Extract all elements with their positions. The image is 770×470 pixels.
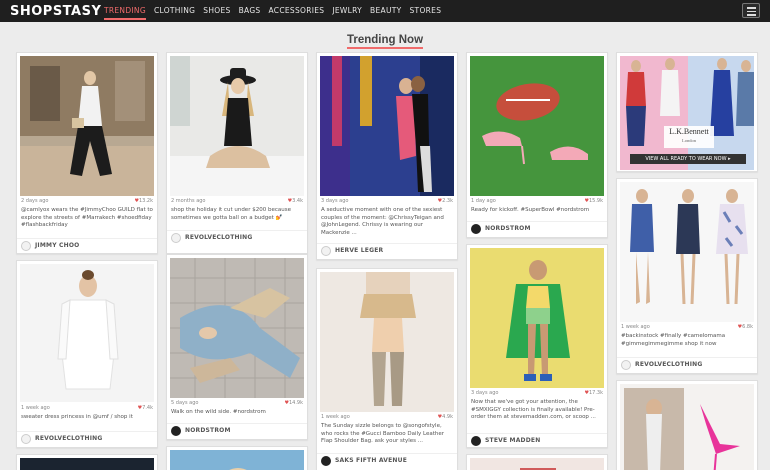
ad-card[interactable]: L.K.Bennett London VIEW ALL READY TO WEA…: [616, 52, 758, 172]
nav-item-beauty[interactable]: BEAUTY: [370, 0, 401, 22]
post-age: 1 week ago: [321, 414, 350, 420]
product-image[interactable]: [320, 56, 454, 196]
brand-name[interactable]: REVOLVECLOTHING: [35, 435, 103, 442]
brand-name[interactable]: HERVE LEGER: [335, 247, 383, 254]
brand-name[interactable]: SAKS FIFTH AVENUE: [335, 457, 407, 464]
brand-name[interactable]: JIMMY CHOO: [35, 242, 79, 249]
product-image[interactable]: [20, 56, 154, 196]
product-card[interactable]: [16, 454, 158, 470]
post-age: 3 days ago: [471, 390, 499, 396]
lk-bennett-ad-image[interactable]: L.K.Bennett London VIEW ALL READY TO WEA…: [620, 56, 754, 170]
brand-row[interactable]: HERVE LEGER: [317, 243, 457, 257]
nav-item-trending[interactable]: TRENDING: [104, 0, 146, 22]
post-caption: shop the holiday it cut under $200 becau…: [171, 207, 291, 221]
product-card[interactable]: [466, 454, 608, 470]
brand-logo-icon: [21, 434, 31, 444]
hamburger-menu-icon[interactable]: [742, 3, 760, 18]
page-heading: Trending Now: [0, 30, 770, 49]
post-age: 2 days ago: [21, 198, 49, 204]
product-card[interactable]: [166, 446, 308, 470]
brand-row[interactable]: SAKS FIFTH AVENUE: [317, 453, 457, 467]
brand-name[interactable]: REVOLVECLOTHING: [185, 234, 253, 241]
post-caption: A seductive moment with one of the sexie…: [321, 207, 444, 236]
brand-row[interactable]: REVOLVECLOTHING: [17, 431, 157, 445]
page-title: Trending Now: [346, 34, 424, 49]
brand-row[interactable]: REVOLVECLOTHING: [167, 230, 307, 244]
nav-item-bags[interactable]: BAGS: [239, 0, 261, 22]
brand-logo-icon: [471, 224, 481, 234]
product-image[interactable]: [620, 384, 754, 470]
product-card[interactable]: 1 week ago 4.9k The Sunday sizzle belongs…: [316, 268, 458, 470]
category-nav: TRENDING CLOTHING SHOES BAGS ACCESSORIES…: [104, 0, 441, 22]
brand-name[interactable]: STEVE MADDEN: [485, 437, 540, 444]
post-age: 2 months ago: [171, 198, 206, 204]
product-image[interactable]: [470, 56, 604, 196]
brand-name[interactable]: REVOLVECLOTHING: [635, 361, 703, 368]
brand-name[interactable]: NORDSTROM: [185, 427, 231, 434]
product-image[interactable]: [170, 258, 304, 398]
brand-logo-icon: [21, 241, 31, 251]
brand-logo-icon: [471, 436, 481, 446]
product-image[interactable]: [470, 458, 604, 470]
ad-cta-button[interactable]: VIEW ALL READY TO WEAR NOW ▸: [630, 155, 746, 163]
post-caption: sweater dress princess in @umf / shop it: [21, 414, 133, 420]
product-card[interactable]: 3 days ago 2.3k A seductive moment with o…: [316, 52, 458, 260]
product-image[interactable]: [170, 450, 304, 470]
like-count[interactable]: 13.2k: [134, 198, 153, 204]
nav-item-clothing[interactable]: CLOTHING: [154, 0, 195, 22]
nav-item-stores[interactable]: STORES: [410, 0, 442, 22]
product-card[interactable]: 3 days ago 17.3k Now that we've got your …: [466, 244, 608, 448]
post-age: 1 day ago: [471, 198, 496, 204]
top-nav-bar: SHOPSTASY TRENDING CLOTHING SHOES BAGS A…: [0, 0, 770, 22]
post-age: 5 days ago: [171, 400, 199, 406]
post-age: 1 week ago: [21, 405, 50, 411]
post-caption: Walk on the wild side. #nordstrom: [171, 409, 266, 415]
like-count[interactable]: 17.3k: [584, 390, 603, 396]
nav-item-shoes[interactable]: SHOES: [203, 0, 230, 22]
brand-row[interactable]: STEVE MADDEN: [467, 433, 607, 447]
brand-row[interactable]: NORDSTROM: [467, 221, 607, 235]
site-logo[interactable]: SHOPSTASY: [10, 4, 101, 19]
post-caption: @camlyox wears the #JimmyChoo GUILD flat…: [21, 207, 153, 228]
like-count[interactable]: 3.4k: [288, 198, 303, 204]
product-card[interactable]: 5 days ago 14.9k Walk on the wild side. #…: [166, 254, 308, 440]
like-count[interactable]: 4.9k: [438, 414, 453, 420]
product-card[interactable]: 2 days ago 13.2k @camlyox wears the #Jimm…: [16, 52, 158, 254]
nav-item-accessories[interactable]: ACCESSORIES: [269, 0, 325, 22]
brand-logo-icon: [321, 456, 331, 466]
brand-logo-icon: [321, 246, 331, 256]
product-image[interactable]: [320, 272, 454, 412]
brand-logo-icon: [621, 360, 631, 370]
product-image[interactable]: [170, 56, 304, 196]
brand-name[interactable]: NORDSTROM: [485, 225, 531, 232]
nav-item-jewlry[interactable]: JEWLRY: [332, 0, 362, 22]
product-image[interactable]: [20, 264, 154, 402]
product-card[interactable]: 1 week ago 6.8k #backinstock #finally #ca…: [616, 178, 758, 374]
ad-brand-sub: London: [682, 138, 696, 143]
brand-row[interactable]: JIMMY CHOO: [17, 238, 157, 252]
product-card[interactable]: 1 day ago 15.9k Ready for kickoff. #Super…: [466, 52, 608, 238]
like-count[interactable]: 2.3k: [438, 198, 453, 204]
post-caption: The Sunday sizzle belongs to @songofstyl…: [321, 423, 445, 444]
like-count[interactable]: 6.8k: [738, 324, 753, 330]
post-age: 3 days ago: [321, 198, 349, 204]
product-image[interactable]: [470, 248, 604, 388]
like-count[interactable]: 7.4k: [138, 405, 153, 411]
post-caption: Ready for kickoff. #SuperBowl #nordstrom: [471, 207, 590, 213]
like-count[interactable]: 15.9k: [584, 198, 603, 204]
product-image[interactable]: [20, 458, 154, 470]
brand-logo-icon: [171, 233, 181, 243]
product-card[interactable]: [616, 380, 758, 470]
brand-row[interactable]: REVOLVECLOTHING: [617, 357, 757, 371]
post-age: 1 week ago: [621, 324, 650, 330]
post-caption: #backinstock #finally #camelomama #gimme…: [621, 333, 726, 347]
product-card[interactable]: 1 week ago 7.4k sweater dress princess in…: [16, 260, 158, 448]
product-card[interactable]: 2 months ago 3.4k shop the holiday it cut…: [166, 52, 308, 254]
post-caption: Now that we've got your attention, the #…: [471, 399, 596, 420]
product-image[interactable]: [620, 182, 754, 322]
brand-row[interactable]: NORDSTROM: [167, 423, 307, 437]
ad-brand: L.K.Bennett: [669, 127, 709, 136]
brand-logo-icon: [171, 426, 181, 436]
like-count[interactable]: 14.9k: [284, 400, 303, 406]
